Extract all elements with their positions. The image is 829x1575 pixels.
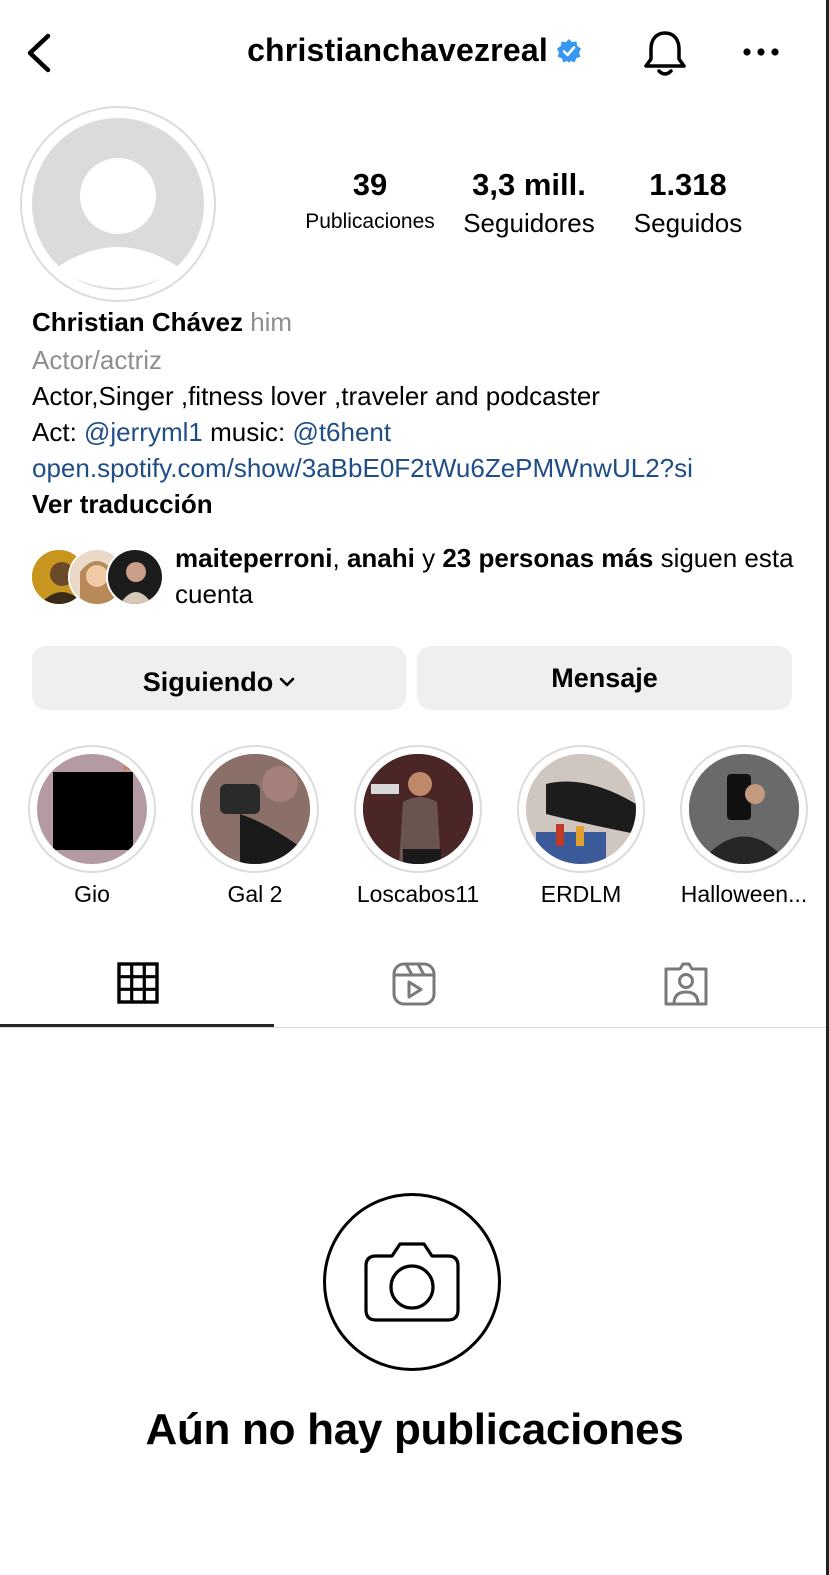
highlight-gio[interactable] [28,745,156,873]
empty-state-circle [323,1193,501,1371]
bell-icon[interactable] [640,28,690,80]
followed-by-text[interactable]: maiteperroni, anahi y 23 personas más si… [175,540,805,612]
act-prefix: Act: [32,417,85,447]
stat-followers[interactable]: 3,3 mill. Seguidores [455,166,603,242]
highlight-label: Gal 2 [227,881,283,907]
mention-jerryml1[interactable]: @jerryml1 [84,417,203,447]
followed-by-separator: y [414,543,443,573]
highlight-cover [363,754,473,864]
message-button-label: Mensaje [551,663,658,693]
music-prefix: music: [202,417,293,447]
following-button[interactable]: Siguiendo [32,646,406,710]
camera-icon [364,1242,460,1322]
tab-divider [0,1027,829,1028]
highlight-cover [37,754,147,864]
tab-tagged[interactable] [548,945,824,1027]
stat-following[interactable]: 1.318 Seguidos [622,166,754,242]
profile-avatar[interactable] [20,106,216,302]
tagged-icon [663,961,709,1012]
followed-by-others: 23 personas más [442,543,654,573]
top-navigation-bar: christianchavezreal [0,0,829,105]
following-count: 1.318 [649,167,727,202]
highlight-label: Gio [74,881,110,907]
message-button[interactable]: Mensaje [417,646,792,710]
followers-label: Seguidores [463,208,595,238]
profile-name-row: Christian Chávez him [32,304,292,340]
highlight-label: Halloween... [680,881,808,907]
more-options-icon[interactable] [740,40,782,64]
profile-category: Actor/actriz [32,345,163,375]
verified-badge-icon [556,38,582,64]
see-translation-link[interactable]: Ver traducción [32,486,213,522]
follower-avatar [106,548,164,606]
bio-mentions: Act: @jerryml1 music: @t6hent [32,414,391,450]
tab-posts-grid[interactable] [0,945,276,1027]
posts-count: 39 [352,167,388,202]
grid-icon [116,961,160,1010]
highlight-cover [689,754,799,864]
followers-count: 3,3 mill. [472,167,586,202]
followed-by-user: anahi [346,543,415,573]
followed-by-separator: , [332,543,347,573]
highlight-cover [526,754,636,864]
posts-label: Publicaciones [305,210,435,233]
highlight-erdlm[interactable] [517,745,645,873]
highlight-label: ERDLM [540,881,622,907]
mention-t6hent[interactable]: @t6hent [292,417,391,447]
highlight-loscabos11[interactable] [354,745,482,873]
empty-state-title: Aún no hay publicaciones [145,1405,684,1454]
highlight-label: Loscabos11 [356,881,480,907]
reels-icon [391,961,437,1012]
bio-external-link[interactable]: open.spotify.com/show/3aBbE0F2tWu6ZePMWn… [32,450,693,486]
following-label: Seguidos [633,208,743,238]
highlight-gal-2[interactable] [191,745,319,873]
pronouns: him [250,307,293,337]
following-button-label: Siguiendo [142,667,274,697]
tab-reels[interactable] [276,945,552,1027]
followed-by-avatars[interactable] [30,546,164,608]
stat-posts[interactable]: 39 Publicaciones [298,166,442,240]
highlight-halloween[interactable] [680,745,808,873]
highlight-cover [200,754,310,864]
username: christianchavezreal [247,32,548,68]
chevron-down-icon [279,646,295,687]
display-name: Christian Chávez [32,307,243,337]
bio-text: Actor,Singer ,fitness lover ,traveler an… [32,381,600,411]
profile-username-header: christianchavezreal [0,32,829,69]
followed-by-user: maiteperroni [175,543,333,573]
